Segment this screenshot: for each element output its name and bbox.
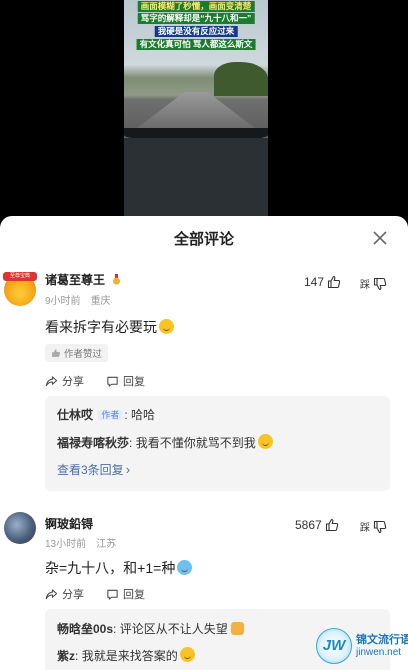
- comment-text: 看来拆字有必要玩: [45, 317, 174, 337]
- reply-label: 回复: [123, 376, 145, 388]
- share-label: 分享: [62, 376, 84, 388]
- reply-text: 评论区从不让人失望: [119, 622, 228, 636]
- reply-item[interactable]: 畅晗垒00s: 评论区从不让人失望: [57, 620, 245, 637]
- comment-sheet: 全部评论 至尊宝典 诸葛至尊王 9小时前 重庆 147 踩 看来拆字有必要玩 作者…: [0, 216, 408, 670]
- close-button[interactable]: [370, 228, 390, 248]
- thumbs-down-icon: [373, 277, 387, 290]
- comment-username[interactable]: 锕玻鉛锝: [45, 515, 93, 532]
- comment-meta: 9小时前 重庆: [45, 292, 111, 307]
- comment-text: 杂=九十八，和+1=种: [45, 558, 193, 578]
- avatar-badge: 至尊宝典: [3, 272, 37, 281]
- reply-button[interactable]: 回复: [106, 586, 145, 602]
- video-trees: [214, 62, 268, 96]
- reply-username: 紫z: [57, 649, 76, 663]
- watermark: JW 锦文流行语 jinwen.net: [314, 625, 408, 670]
- chevron-right-icon: ›: [125, 462, 131, 477]
- reply-username: 畅晗垒00s: [57, 622, 114, 636]
- share-button[interactable]: 分享: [45, 586, 84, 602]
- comment-username[interactable]: 诸葛至尊王: [45, 271, 122, 288]
- view-more-replies-label: 查看3条回复: [57, 463, 124, 477]
- reply-username: 仕林哎: [57, 408, 94, 422]
- share-button[interactable]: 分享: [45, 373, 84, 389]
- watermark-name: 锦文流行语: [356, 634, 408, 646]
- close-icon: [373, 231, 387, 245]
- comment-time: 13小时前: [45, 539, 87, 550]
- comment-item: 至尊宝典 诸葛至尊王 9小时前 重庆 147 踩 看来拆字有必要玩 作者赞过 分享: [0, 266, 408, 496]
- comment-icon: [107, 589, 118, 600]
- author-tag: 作者: [98, 410, 123, 420]
- share-label: 分享: [62, 589, 84, 601]
- dislike-label: 踩: [360, 523, 370, 534]
- like-count: 147: [304, 275, 325, 289]
- comment-text-content: 看来拆字有必要玩: [45, 319, 157, 335]
- comment-icon: [107, 376, 118, 387]
- dislike-label: 踩: [360, 280, 370, 291]
- reply-list: 仕林哎 作者: 哈哈 福禄寿喀秋莎: 我看不懂你就骂不到我 查看3条回复 ›: [45, 396, 390, 491]
- like-count: 5867: [295, 518, 322, 532]
- reply-button[interactable]: 回复: [106, 373, 145, 389]
- avatar[interactable]: 至尊宝典: [3, 272, 37, 306]
- comment-actions: 分享 回复: [45, 373, 145, 389]
- author-liked-badge: 作者赞过: [45, 344, 109, 362]
- watermark-logo: JW: [316, 628, 352, 664]
- video-caption: 有文化真可怕 骂人都这么斯文: [136, 39, 256, 50]
- reply-text: 我看不懂你就骂不到我: [135, 436, 256, 450]
- comment-location: 重庆: [90, 296, 111, 307]
- dislike-button[interactable]: 踩: [360, 519, 387, 534]
- reply-text: 哈哈: [131, 408, 156, 422]
- thumbs-up-emoji-icon: [231, 622, 245, 635]
- medal-icon: [112, 274, 122, 285]
- crying-laugh-emoji-icon: [177, 560, 193, 575]
- comment-text-content: 杂=九十八，和+1=种: [45, 560, 176, 576]
- video-frame[interactable]: 画面模糊了秒懂，画面变清楚 骂字的解释却是“九十八和一” 我硬是没有反应过来 有…: [124, 0, 268, 216]
- video-caption: 我硬是没有反应过来: [154, 26, 238, 37]
- reply-item[interactable]: 福禄寿喀秋莎: 我看不懂你就骂不到我: [57, 434, 273, 451]
- comment-actions: 分享 回复: [45, 586, 145, 602]
- reply-text: 我就是来找答案的: [81, 649, 178, 663]
- username-text: 锕玻鉛锝: [45, 517, 94, 531]
- like-button[interactable]: 147: [304, 275, 341, 289]
- share-icon: [45, 588, 58, 599]
- like-button[interactable]: 5867: [295, 518, 339, 532]
- thumbs-down-icon: [373, 520, 387, 533]
- thumbs-up-icon: [327, 275, 341, 289]
- reply-username: 福禄寿喀秋莎: [57, 436, 130, 450]
- reply-item[interactable]: 仕林哎 作者: 哈哈: [57, 406, 155, 423]
- dislike-button[interactable]: 踩: [360, 276, 387, 291]
- smile-emoji-icon: [159, 319, 174, 334]
- sheet-title: 全部评论: [173, 231, 234, 248]
- author-liked-label: 作者赞过: [64, 349, 103, 360]
- thumbs-up-icon: [52, 349, 61, 357]
- view-more-replies-button[interactable]: 查看3条回复 ›: [57, 461, 130, 478]
- smile-emoji-icon: [179, 647, 195, 662]
- video-dashboard: [124, 138, 268, 216]
- video-player[interactable]: 画面模糊了秒懂，画面变清楚 骂字的解释却是“九十八和一” 我硬是没有反应过来 有…: [0, 0, 408, 222]
- username-text: 诸葛至尊王: [45, 273, 106, 287]
- avatar[interactable]: [4, 512, 36, 544]
- video-caption: 画面模糊了秒懂，画面变清楚: [137, 1, 255, 12]
- comment-location: 江苏: [96, 539, 117, 550]
- thumbs-up-icon: [325, 518, 338, 532]
- video-caption: 骂字的解释却是“九十八和一”: [137, 13, 255, 24]
- smile-emoji-icon: [257, 434, 273, 449]
- reply-item[interactable]: 紫z: 我就是来找答案的: [57, 647, 195, 664]
- comment-meta: 13小时前 江苏: [45, 535, 116, 550]
- share-icon: [45, 375, 58, 386]
- reply-label: 回复: [123, 589, 145, 601]
- watermark-url: jinwen.net: [356, 647, 402, 658]
- comment-time: 9小时前: [45, 296, 81, 307]
